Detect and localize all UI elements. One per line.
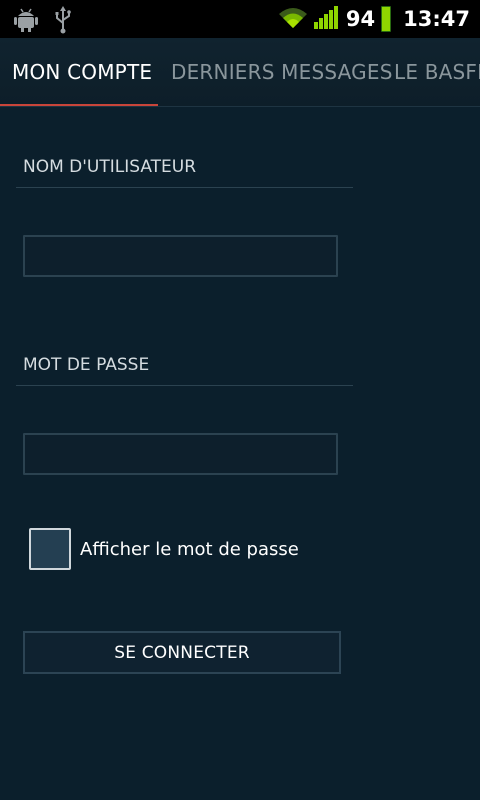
clock: 13:47 [403, 7, 470, 31]
battery-level: 94 [345, 7, 376, 31]
login-button[interactable]: SE CONNECTER [23, 631, 341, 674]
tab-derniers-messages[interactable]: DERNIERS MESSAGES [171, 38, 393, 105]
username-divider [16, 187, 353, 188]
android-debug-icon [14, 6, 38, 38]
tab-le-basfi[interactable]: LE BASFI [394, 38, 480, 105]
show-password-checkbox[interactable] [29, 528, 71, 570]
active-tab-indicator [0, 104, 158, 106]
show-password-label[interactable]: Afficher le mot de passe [80, 539, 299, 560]
usb-icon [54, 6, 72, 38]
status-bar: 94 13:47 [0, 0, 480, 38]
battery-icon [381, 6, 392, 32]
username-label: NOM D'UTILISATEUR [23, 157, 197, 177]
tab-mon-compte[interactable]: MON COMPTE [12, 38, 152, 105]
username-field[interactable] [23, 235, 338, 277]
password-label: MOT DE PASSE [23, 355, 150, 375]
signal-icon [313, 5, 340, 33]
tab-bar: MON COMPTE DERNIERS MESSAGES LE BASFI [0, 38, 480, 107]
password-divider [16, 385, 353, 386]
wifi-icon [278, 5, 308, 33]
password-field[interactable] [23, 433, 338, 475]
